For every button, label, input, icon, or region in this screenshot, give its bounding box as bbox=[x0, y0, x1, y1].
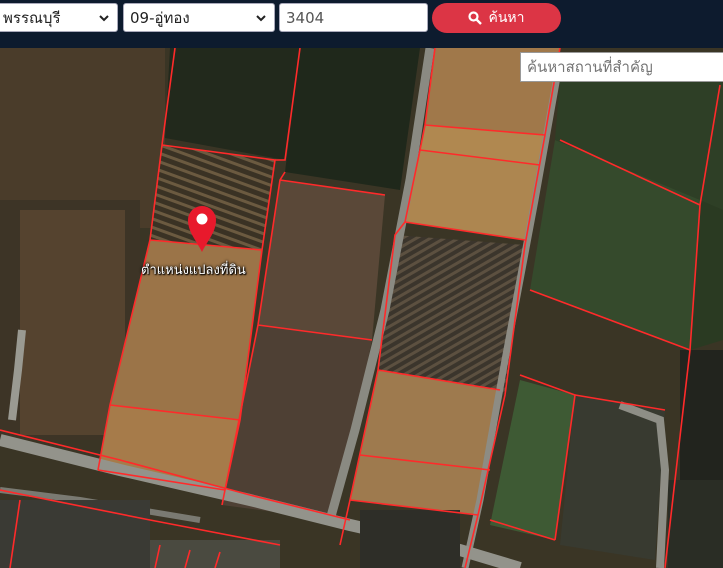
province-value: พรรณบุรี bbox=[3, 8, 61, 27]
chevron-down-icon bbox=[256, 14, 266, 21]
search-icon bbox=[468, 11, 483, 25]
province-select[interactable]: พรรณบุรี bbox=[0, 3, 118, 32]
parcel-number-input[interactable]: 3404 bbox=[279, 3, 428, 32]
parcel-location-label: ตำแหน่งแปลงที่ดิน bbox=[141, 263, 246, 278]
district-select[interactable]: 09-อู่ทอง bbox=[123, 3, 275, 32]
chevron-down-icon bbox=[99, 14, 109, 21]
search-button[interactable]: ค้นหา bbox=[432, 3, 561, 33]
place-search-input[interactable] bbox=[520, 52, 723, 82]
satellite-map[interactable] bbox=[0, 0, 723, 568]
search-toolbar: พรรณบุรี 09-อู่ทอง 3404 ค้นหา bbox=[0, 0, 723, 48]
parcel-number-value: 3404 bbox=[286, 8, 325, 27]
district-value: 09-อู่ทอง bbox=[130, 8, 190, 27]
search-button-label: ค้นหา bbox=[488, 10, 525, 26]
